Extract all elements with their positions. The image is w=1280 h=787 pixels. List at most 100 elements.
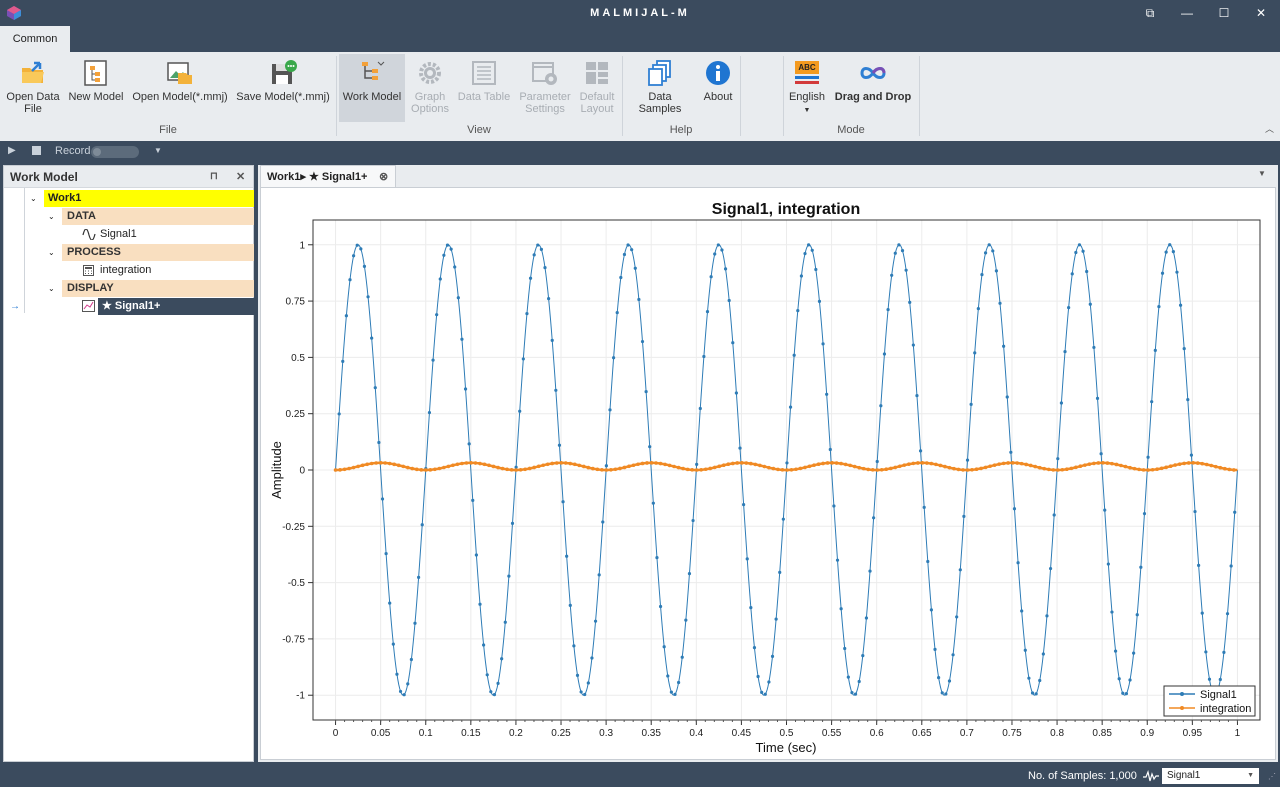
expand-chevron-icon[interactable]: ⌄ (30, 190, 37, 207)
data-point (1009, 450, 1013, 454)
drag-and-drop-button[interactable]: Drag and Drop (832, 54, 914, 122)
tree-item-display-signal1[interactable]: ★ Signal1+ (98, 298, 254, 315)
record-toggle[interactable] (91, 146, 139, 158)
collapse-ribbon-icon[interactable]: ︿ (1265, 122, 1274, 135)
data-point (667, 463, 672, 468)
data-point (789, 467, 794, 472)
tree-item-integration[interactable]: integration (80, 262, 254, 279)
close-tab-icon[interactable]: ⊗ (379, 166, 388, 188)
data-point (1002, 344, 1006, 348)
tab-list-chevron-icon[interactable]: ▼ (1258, 169, 1266, 178)
stop-icon[interactable] (32, 146, 41, 155)
data-point (810, 248, 814, 252)
tree-item-signal1[interactable]: Signal1 (80, 226, 254, 243)
data-point (398, 689, 403, 694)
data-point (445, 243, 450, 247)
tree-group-data[interactable]: DATA (62, 208, 254, 225)
minimize-button[interactable]: — (1175, 4, 1199, 22)
signal-selector-dropdown[interactable]: Signal1 ▼ (1162, 768, 1259, 784)
tree-node-work1[interactable]: Work1 (44, 190, 254, 207)
data-point (983, 465, 988, 470)
data-point (684, 618, 688, 622)
parameter-settings-label-2: Settings (525, 103, 565, 115)
work-model-panel: Work Model ⊓ ✕ ⌄ Work1 ⌄ DATA Signal1 ⌄ … (3, 165, 254, 762)
data-point (987, 243, 991, 247)
data-point (796, 309, 800, 313)
data-point (994, 269, 999, 273)
data-point (572, 644, 576, 648)
data-point (593, 619, 598, 623)
data-point (992, 463, 997, 467)
close-panel-icon[interactable]: ✕ (236, 166, 245, 188)
open-data-file-button[interactable]: Open Data File (4, 54, 62, 122)
data-point (1060, 467, 1065, 472)
about-button[interactable]: About (698, 54, 738, 122)
parameter-settings-label-1: Parameter (519, 91, 571, 103)
data-point (882, 352, 887, 356)
data-point (911, 461, 916, 466)
line-chart[interactable]: Signal1, integration 0 0.05 0.1 0.15 0.2 0.25… (261, 188, 1275, 759)
resize-grip-icon[interactable]: ⋰ (1268, 772, 1276, 781)
tab-common[interactable]: Common (0, 26, 70, 52)
data-point (720, 248, 724, 252)
close-button[interactable]: ✕ (1249, 4, 1273, 22)
pin-icon[interactable]: ⊓ (210, 166, 218, 188)
data-point (825, 461, 830, 465)
data-point (756, 674, 760, 679)
data-point (505, 467, 509, 472)
legend-label-signal1: Signal1 (1200, 689, 1237, 701)
data-point (705, 310, 710, 314)
data-point (442, 253, 446, 257)
parameter-settings-button[interactable]: Parameter Settings (516, 54, 574, 122)
restore-window-icon[interactable]: ⧉ (1138, 4, 1162, 22)
expand-chevron-icon[interactable]: ⌄ (48, 244, 55, 261)
data-point (902, 463, 907, 467)
graph-options-button[interactable]: Graph Options (408, 54, 452, 122)
open-model-button[interactable]: Open Model(*.mmj) (130, 54, 230, 122)
expand-chevron-icon[interactable]: ⌄ (48, 280, 55, 297)
expand-chevron-icon[interactable]: ⌄ (48, 208, 55, 225)
new-model-button[interactable]: New Model (66, 54, 126, 122)
data-table-label: Data Table (457, 91, 511, 103)
data-point (875, 459, 879, 464)
language-english-dropdown[interactable]: ABC English ▼ (787, 54, 827, 122)
document-tab[interactable]: Work1▸ ★ Signal1+ ⊗ (260, 165, 396, 187)
default-layout-button[interactable]: Default Layout (576, 54, 618, 122)
tree-group-process[interactable]: PROCESS (62, 244, 254, 261)
data-point (595, 467, 600, 472)
data-point (626, 243, 630, 247)
data-point (521, 357, 525, 361)
y-tick-label: 0.75 (286, 297, 306, 308)
save-model-button[interactable]: Save Model(*.mmj) (234, 54, 332, 122)
data-point (601, 520, 605, 524)
data-point (767, 465, 771, 470)
x-tick-label: 0.1 (419, 728, 433, 739)
data-point (355, 243, 359, 247)
tree-group-display[interactable]: DISPLAY (62, 280, 254, 297)
data-point (478, 461, 482, 466)
maximize-button[interactable]: ☐ (1212, 4, 1236, 22)
data-point (518, 409, 522, 413)
data-table-button[interactable]: Data Table (455, 54, 513, 122)
chevron-down-icon[interactable]: ▼ (154, 146, 162, 155)
data-point (762, 464, 767, 469)
data-point (1024, 462, 1028, 467)
data-point (848, 463, 852, 468)
data-point (583, 692, 587, 697)
data-point (510, 521, 515, 525)
play-icon[interactable]: ▶ (8, 145, 16, 156)
data-point (1159, 466, 1164, 471)
data-point (600, 468, 604, 472)
data-point (1209, 463, 1214, 468)
data-point (1213, 464, 1218, 469)
data-point (348, 278, 352, 282)
data-samples-button[interactable]: Data Samples (626, 54, 694, 122)
data-point (536, 243, 540, 247)
work-model-button[interactable]: Work Model (339, 54, 405, 122)
data-point (417, 575, 421, 579)
data-point (396, 463, 401, 468)
x-tick-label: 0 (333, 728, 339, 739)
data-point (359, 247, 363, 251)
data-point (861, 654, 865, 658)
data-point (758, 463, 762, 468)
